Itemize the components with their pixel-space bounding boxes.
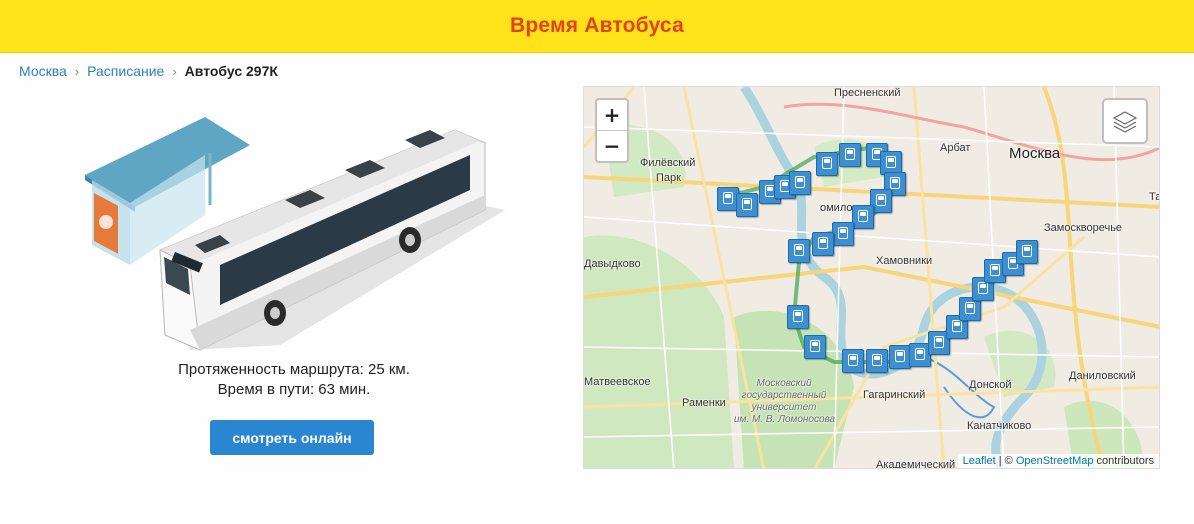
- map-label: Та: [1149, 191, 1159, 203]
- map-label: Замоскворечье: [1044, 222, 1123, 234]
- bus-image: [85, 117, 505, 351]
- chevron-right-icon: ›: [172, 63, 177, 79]
- watch-online-button[interactable]: смотреть онлайн: [210, 420, 374, 455]
- bus-stop-marker[interactable]: [842, 349, 864, 373]
- map-label: Московский: [756, 378, 812, 389]
- map-label: Парк: [656, 172, 681, 184]
- map-label: Донской: [969, 379, 1012, 391]
- breadcrumb-current: Автобус 297К: [184, 63, 278, 79]
- chevron-right-icon: ›: [74, 63, 80, 79]
- breadcrumb-moscow-link[interactable]: Москва: [19, 63, 67, 79]
- map-label: Филёвский: [640, 157, 696, 169]
- site-title: Время Автобуса: [510, 14, 684, 37]
- map-label: Пресненский: [834, 87, 901, 99]
- map-label: Канатчиково: [967, 420, 1032, 432]
- map-label: Академический: [876, 459, 956, 469]
- route-length: Протяженность маршрута: 25 км.: [178, 361, 410, 378]
- bus-stop-marker[interactable]: [804, 335, 826, 359]
- route-info: Протяженность маршрута: 25 км. Время в п…: [100, 360, 488, 400]
- map-label: Раменки: [682, 397, 726, 409]
- bus-stop-marker[interactable]: [889, 345, 911, 369]
- bus-stop-marker[interactable]: [812, 232, 834, 256]
- breadcrumb: Москва › Расписание › Автобус 297К: [19, 63, 278, 79]
- bus-stop-marker[interactable]: [852, 205, 874, 229]
- bus-stop-marker[interactable]: [789, 171, 811, 195]
- map-attribution: Leaflet | © OpenStreetMap contributors: [957, 454, 1159, 468]
- map-label: им. М. В. Ломоносова: [734, 414, 836, 425]
- map-label: Гагаринский: [863, 389, 926, 401]
- map-label: Москва: [1009, 145, 1061, 162]
- osm-link[interactable]: OpenStreetMap: [1016, 455, 1094, 467]
- layers-button[interactable]: [1102, 98, 1148, 144]
- route-map[interactable]: Пресненский Арбат Москва Филёвский Парк …: [583, 86, 1160, 469]
- map-label: университет: [751, 402, 817, 413]
- zoom-control: + −: [595, 98, 629, 163]
- layers-icon: [1112, 111, 1138, 133]
- bus-stop-marker[interactable]: [787, 305, 809, 329]
- bus-stop-marker[interactable]: [816, 152, 838, 176]
- site-header: Время Автобуса: [0, 0, 1194, 53]
- map-label: Даниловский: [1069, 370, 1136, 382]
- zoom-out-button[interactable]: −: [597, 131, 627, 161]
- map-label: Хамовники: [876, 255, 933, 267]
- map-label-university: Московский государственный университет и…: [734, 378, 836, 426]
- map-label: Давыдково: [584, 258, 641, 270]
- bus-stop-marker[interactable]: [736, 193, 758, 217]
- attribution-suffix: contributors: [1093, 455, 1154, 467]
- breadcrumb-schedule-link[interactable]: Расписание: [87, 63, 164, 79]
- bus-stop-marker[interactable]: [866, 349, 888, 373]
- zoom-in-button[interactable]: +: [597, 100, 627, 131]
- bus-stop-marker[interactable]: [1016, 240, 1038, 264]
- bus-stop-marker[interactable]: [832, 222, 854, 246]
- bus-illustration: [80, 95, 510, 360]
- route-duration: Время в пути: 63 мин.: [217, 381, 371, 398]
- map-label: Матвеевское: [584, 376, 651, 388]
- attribution-separator: | ©: [995, 455, 1016, 467]
- leaflet-link[interactable]: Leaflet: [963, 455, 996, 467]
- bus-stop-marker[interactable]: [839, 143, 861, 167]
- map-label: Арбат: [940, 142, 971, 154]
- map-label: государственный: [741, 390, 827, 401]
- bus-stop-marker[interactable]: [788, 239, 810, 263]
